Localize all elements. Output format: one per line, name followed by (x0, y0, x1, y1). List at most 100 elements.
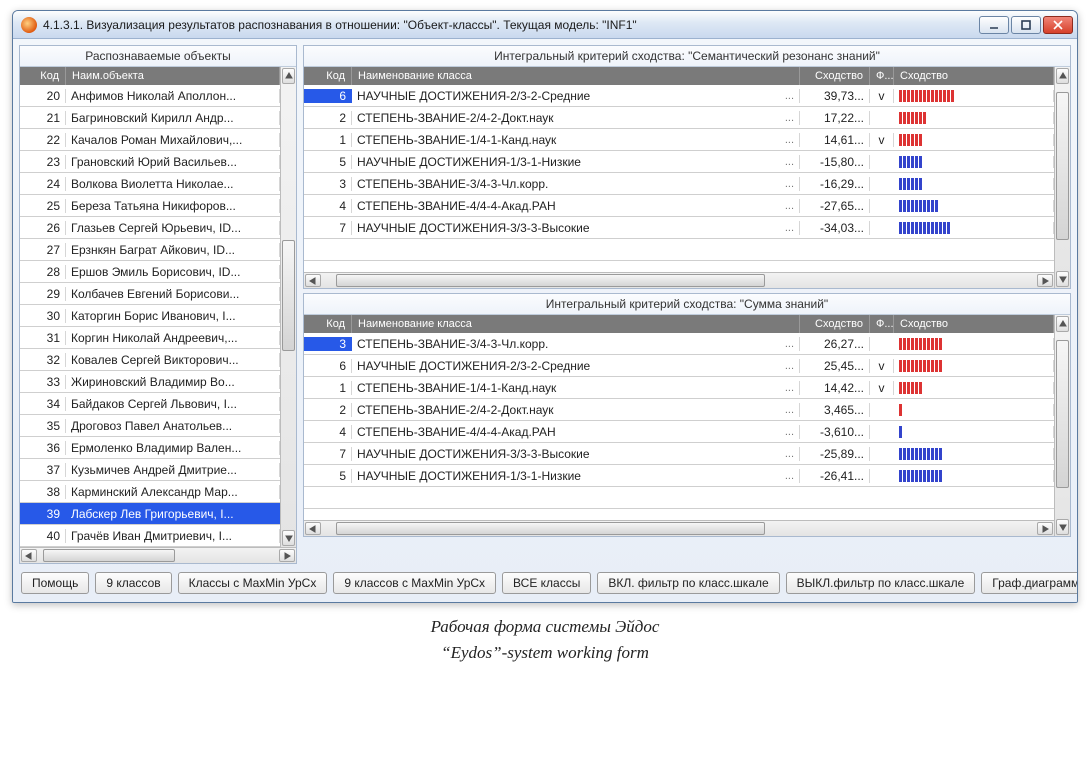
table-row[interactable]: 27Ерзнкян Баграт Айкович, ID... (20, 239, 280, 261)
cell-similarity: 39,73... (800, 89, 870, 103)
table-row[interactable]: 2СТЕПЕНЬ-ЗВАНИЕ-2/4-2-Докт.наук...17,22.… (304, 107, 1054, 129)
table-row[interactable]: 21Багриновский Кирилл Андр... (20, 107, 280, 129)
bottom-scrollbar[interactable] (1054, 315, 1070, 536)
cell-code: 25 (20, 199, 66, 213)
table-row[interactable]: 6НАУЧНЫЕ ДОСТИЖЕНИЯ-2/3-2-Средние...25,4… (304, 355, 1054, 377)
cell-code: 3 (304, 177, 352, 191)
table-row[interactable]: 26Глазьев Сергей Юрьевич, ID... (20, 217, 280, 239)
window-title: 4.1.3.1. Визуализация результатов распоз… (43, 18, 977, 32)
cell-class-name: СТЕПЕНЬ-ЗВАНИЕ-2/4-2-Докт.наук... (352, 111, 800, 125)
table-row[interactable]: 24Волкова Виолетта Николае... (20, 173, 280, 195)
cell-class-name: НАУЧНЫЕ ДОСТИЖЕНИЯ-3/3-3-Высокие... (352, 221, 800, 235)
cell-class-name: НАУЧНЫЕ ДОСТИЖЕНИЯ-2/3-2-Средние... (352, 89, 800, 103)
col-class-name[interactable]: Наименование класса (352, 67, 800, 85)
cell-class-name: СТЕПЕНЬ-ЗВАНИЕ-3/4-3-Чл.корр.... (352, 177, 800, 191)
table-row[interactable]: 36Ермоленко Владимир Вален... (20, 437, 280, 459)
objects-scrollbar[interactable] (280, 67, 296, 547)
table-row[interactable]: 1СТЕПЕНЬ-ЗВАНИЕ-1/4-1-Канд.наук...14,42.… (304, 377, 1054, 399)
bottom-criterion-title: Интегральный критерий сходства: "Сумма з… (304, 294, 1070, 315)
cell-similarity: 14,61... (800, 133, 870, 147)
table-row[interactable]: 38Карминский Александр Мар... (20, 481, 280, 503)
cell-code: 1 (304, 381, 352, 395)
table-row[interactable]: 25Береза Татьяна Никифоров... (20, 195, 280, 217)
col-class-name[interactable]: Наименование класса (352, 315, 800, 333)
toolbar-button[interactable]: 9 классов (95, 572, 171, 594)
cell-name: Глазьев Сергей Юрьевич, ID... (66, 221, 280, 235)
top-hscroll[interactable] (304, 272, 1054, 288)
cell-name: Каторгин Борис Иванович, I... (66, 309, 280, 323)
cell-code: 39 (20, 507, 66, 521)
table-row[interactable]: 22Качалов Роман Михайлович,... (20, 129, 280, 151)
cell-code: 24 (20, 177, 66, 191)
table-row[interactable]: 3СТЕПЕНЬ-ЗВАНИЕ-3/4-3-Чл.корр....26,27..… (304, 333, 1054, 355)
cell-name: Коргин Николай Андреевич,... (66, 331, 280, 345)
table-row[interactable]: 35Дроговоз Павел Анатольев... (20, 415, 280, 437)
cell-name: Карминский Александр Мар... (66, 485, 280, 499)
table-row[interactable]: 7НАУЧНЫЕ ДОСТИЖЕНИЯ-3/3-3-Высокие...-25,… (304, 443, 1054, 465)
table-row (304, 239, 1054, 261)
toolbar-button[interactable]: ВЫКЛ.фильтр по класс.шкале (786, 572, 976, 594)
table-row[interactable]: 40Грачёв Иван Дмитриевич, I... (20, 525, 280, 547)
cell-code: 26 (20, 221, 66, 235)
table-row[interactable]: 28Ершов Эмиль Борисович, ID... (20, 261, 280, 283)
cell-name: Анфимов Николай Аполлон... (66, 89, 280, 103)
table-row[interactable]: 5НАУЧНЫЕ ДОСТИЖЕНИЯ-1/3-1-Низкие...-15,8… (304, 151, 1054, 173)
col-code[interactable]: Код (20, 67, 66, 85)
table-row[interactable]: 30Каторгин Борис Иванович, I... (20, 305, 280, 327)
objects-hscroll[interactable] (20, 547, 296, 563)
cell-name: Ершов Эмиль Борисович, ID... (66, 265, 280, 279)
table-row[interactable]: 5НАУЧНЫЕ ДОСТИЖЕНИЯ-1/3-1-Низкие...-26,4… (304, 465, 1054, 487)
table-row[interactable]: 23Грановский Юрий Васильев... (20, 151, 280, 173)
table-row[interactable]: 37Кузьмичев Андрей Дмитрие... (20, 459, 280, 481)
table-row[interactable]: 20Анфимов Николай Аполлон... (20, 85, 280, 107)
col-similarity-bar[interactable]: Сходство (894, 315, 1054, 333)
cell-code: 38 (20, 485, 66, 499)
cell-name: Багриновский Кирилл Андр... (66, 111, 280, 125)
cell-code: 4 (304, 199, 352, 213)
table-row[interactable]: 33Жириновский Владимир Во... (20, 371, 280, 393)
bottom-hscroll[interactable] (304, 520, 1054, 536)
col-similarity-bar[interactable]: Сходство (894, 67, 1054, 85)
cell-code: 31 (20, 331, 66, 345)
cell-similarity-bar (894, 404, 1054, 416)
toolbar-button[interactable]: ВСЕ классы (502, 572, 591, 594)
toolbar-button[interactable]: Помощь (21, 572, 89, 594)
cell-similarity-bar (894, 134, 1054, 146)
titlebar[interactable]: 4.1.3.1. Визуализация результатов распоз… (13, 11, 1077, 39)
objects-panel: Распознаваемые объекты Код Наим.объекта … (19, 45, 297, 564)
table-row[interactable]: 39Лабскер Лев Григорьевич, I... (20, 503, 280, 525)
table-row[interactable]: 4СТЕПЕНЬ-ЗВАНИЕ-4/4-4-Акад.РАН...-3,610.… (304, 421, 1054, 443)
maximize-button[interactable] (1011, 16, 1041, 34)
close-button[interactable] (1043, 16, 1073, 34)
cell-similarity: -34,03... (800, 221, 870, 235)
col-flag[interactable]: Ф... (870, 315, 894, 333)
toolbar-button[interactable]: 9 классов с MaxMin УрСх (333, 572, 496, 594)
cell-class-name: СТЕПЕНЬ-ЗВАНИЕ-1/4-1-Канд.наук... (352, 381, 800, 395)
minimize-button[interactable] (979, 16, 1009, 34)
col-similarity[interactable]: Сходство (800, 67, 870, 85)
col-flag[interactable]: Ф... (870, 67, 894, 85)
cell-similarity: 26,27... (800, 337, 870, 351)
cell-flag: v (870, 359, 894, 373)
table-row[interactable]: 4СТЕПЕНЬ-ЗВАНИЕ-4/4-4-Акад.РАН...-27,65.… (304, 195, 1054, 217)
col-code[interactable]: Код (304, 315, 352, 333)
cell-similarity-bar (894, 156, 1054, 168)
table-row[interactable]: 32Ковалев Сергей Викторович... (20, 349, 280, 371)
table-row[interactable]: 31Коргин Николай Андреевич,... (20, 327, 280, 349)
table-row[interactable]: 1СТЕПЕНЬ-ЗВАНИЕ-1/4-1-Канд.наук...14,61.… (304, 129, 1054, 151)
toolbar-button[interactable]: ВКЛ. фильтр по класс.шкале (597, 572, 779, 594)
col-similarity[interactable]: Сходство (800, 315, 870, 333)
top-scrollbar[interactable] (1054, 67, 1070, 288)
table-row[interactable]: 29Колбачев Евгений Борисови... (20, 283, 280, 305)
table-row[interactable]: 7НАУЧНЫЕ ДОСТИЖЕНИЯ-3/3-3-Высокие...-34,… (304, 217, 1054, 239)
table-row[interactable]: 2СТЕПЕНЬ-ЗВАНИЕ-2/4-2-Докт.наук...3,465.… (304, 399, 1054, 421)
col-code[interactable]: Код (304, 67, 352, 85)
table-row[interactable]: 6НАУЧНЫЕ ДОСТИЖЕНИЯ-2/3-2-Средние...39,7… (304, 85, 1054, 107)
cell-name: Волкова Виолетта Николае... (66, 177, 280, 191)
toolbar-button[interactable]: Классы с MaxMin УрСх (178, 572, 328, 594)
col-name[interactable]: Наим.объекта (66, 67, 280, 85)
cell-similarity: -16,29... (800, 177, 870, 191)
table-row[interactable]: 34Байдаков Сергей Львович, I... (20, 393, 280, 415)
table-row[interactable]: 3СТЕПЕНЬ-ЗВАНИЕ-3/4-3-Чл.корр....-16,29.… (304, 173, 1054, 195)
toolbar-button[interactable]: Граф.диаграмма (981, 572, 1078, 594)
